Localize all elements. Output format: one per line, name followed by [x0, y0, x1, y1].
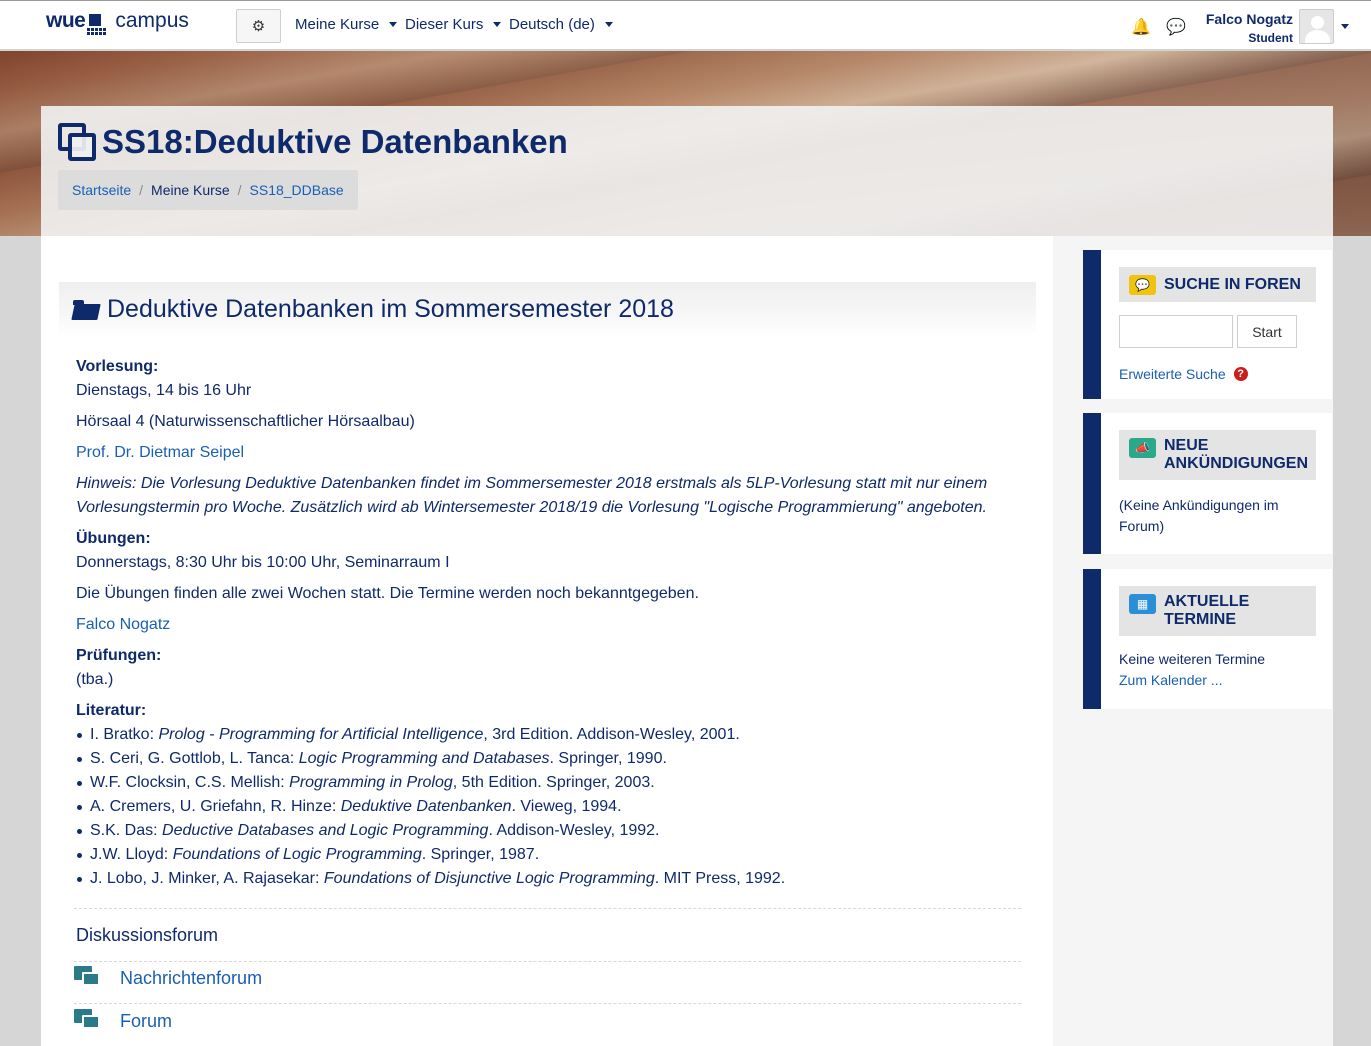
block-upcoming-events: ▦ AKTUELLE TERMINE Keine weiteren Termin…: [1083, 569, 1332, 709]
copy-icon: [58, 123, 96, 161]
list-item: W.F. Clocksin, C.S. Mellish: Programming…: [76, 771, 1036, 795]
block-header: 📣 NEUE ANKÜNDIGUNGEN: [1119, 430, 1316, 480]
block-title: AKTUELLE TERMINE: [1164, 593, 1250, 628]
tutor-link[interactable]: Falco Nogatz: [76, 613, 1036, 637]
menu-dieser-kurs-label: Dieser Kurs: [405, 16, 484, 33]
help-question-icon[interactable]: ?: [1233, 367, 1248, 381]
divider: [74, 908, 1021, 909]
literatur-label: Literatur:: [76, 702, 147, 719]
pruefungen-value: (tba.): [76, 671, 114, 688]
news-empty-text: (Keine Ankündigungen im Forum): [1119, 497, 1279, 534]
block-news: 📣 NEUE ANKÜNDIGUNGEN (Keine Ankündigunge…: [1083, 413, 1332, 554]
uebungen-time: Donnerstags, 8:30 Uhr bis 10:00 Uhr, Sem…: [76, 554, 450, 571]
list-item: J.W. Lloyd: Foundations of Logic Program…: [76, 843, 1036, 867]
menu-dieser-kurs[interactable]: Dieser Kurs: [405, 16, 502, 33]
gears-icon: ⚙: [251, 18, 266, 35]
forum-search-start-button[interactable]: Start: [1237, 315, 1297, 348]
menu-meine-kurse-label: Meine Kurse: [295, 16, 380, 33]
vorlesung-room: Hörsaal 4 (Naturwissenschaftlicher Hörsa…: [76, 413, 415, 430]
forum-section-title: Diskussionsforum: [76, 925, 219, 945]
pruefungen-label: Prüfungen:: [76, 647, 162, 664]
page-title-text: SS18:Deduktive Datenbanken: [102, 123, 568, 160]
megaphone-icon: 📣: [1129, 438, 1156, 458]
events-empty-text: Keine weiteren Termine: [1119, 651, 1266, 667]
user-role: Student: [1248, 31, 1293, 45]
breadcrumb-course[interactable]: SS18_DDBase: [250, 182, 344, 198]
logo-campus-text: campus: [115, 9, 189, 32]
forum-icon: [74, 1008, 102, 1034]
breadcrumb-separator: /: [139, 182, 144, 198]
wuecampus-logo[interactable]: wue campus: [46, 10, 189, 36]
calendar-link[interactable]: Zum Kalender ...: [1119, 670, 1316, 691]
top-navbar: wue campus ⚙ Meine Kurse Dieser Kurs Deu…: [0, 0, 1371, 50]
block-header: 💬 SUCHE IN FOREN: [1119, 267, 1316, 302]
forum-link-forum[interactable]: Forum: [74, 1008, 172, 1034]
menu-language[interactable]: Deutsch (de): [509, 16, 613, 33]
block-title: NEUE ANKÜNDIGUNGEN: [1164, 437, 1308, 472]
forum-link-label: Forum: [120, 1010, 173, 1031]
avatar[interactable]: [1299, 9, 1334, 44]
page-title: SS18:Deduktive Datenbanken: [58, 123, 568, 161]
menu-language-label: Deutsch (de): [509, 16, 595, 33]
chevron-down-icon: [604, 22, 613, 27]
divider: [74, 1003, 1021, 1004]
forum-link-label: Nachrichtenforum: [120, 967, 263, 988]
block-forum-search: 💬 SUCHE IN FOREN Start Erweiterte Suche …: [1083, 250, 1332, 399]
advanced-search-link[interactable]: Erweiterte Suche: [1119, 366, 1226, 382]
section-header: Deduktive Datenbanken im Sommersemester …: [59, 282, 1036, 337]
user-menu[interactable]: Falco Nogatz Student: [1190, 11, 1293, 45]
lecturer-link[interactable]: Prof. Dr. Dietmar Seipel: [76, 441, 1036, 465]
list-item: S.K. Das: Deductive Databases and Logic …: [76, 819, 1036, 843]
block-title: SUCHE IN FOREN: [1164, 276, 1301, 293]
chevron-down-icon[interactable]: [1341, 24, 1349, 29]
uebungen-note: Die Übungen finden alle zwei Wochen stat…: [76, 585, 699, 602]
forum-search-input[interactable]: [1119, 315, 1233, 348]
list-item: S. Ceri, G. Gottlob, L. Tanca: Logic Pro…: [76, 747, 1036, 771]
calendar-icon: ▦: [1129, 594, 1156, 614]
course-summary: Vorlesung: Dienstags, 14 bis 16 Uhr Hörs…: [76, 355, 1036, 891]
forum-search-form: Start: [1119, 315, 1316, 348]
literature-list: I. Bratko: Prolog - Programming for Arti…: [76, 723, 1036, 891]
breadcrumb-meine-kurse: Meine Kurse: [151, 182, 230, 198]
menu-meine-kurse[interactable]: Meine Kurse: [295, 16, 398, 33]
breadcrumb-startseite[interactable]: Startseite: [72, 182, 131, 198]
forum-icon: [74, 965, 102, 991]
forum-link-nachrichtenforum[interactable]: Nachrichtenforum: [74, 965, 262, 991]
chevron-down-icon: [493, 22, 502, 27]
notifications-bell-icon[interactable]: 🔔: [1131, 17, 1151, 37]
comments-icon: 💬: [1129, 275, 1156, 295]
vorlesung-time: Dienstags, 14 bis 16 Uhr: [76, 382, 252, 399]
logo-wue-text: wue: [46, 9, 86, 32]
breadcrumb: Startseite / Meine Kurse / SS18_DDBase: [58, 170, 358, 210]
hint-text: Hinweis: Die Vorlesung Deduktive Datenba…: [76, 475, 988, 516]
vorlesung-label: Vorlesung:: [76, 358, 159, 375]
list-item: J. Lobo, J. Minker, A. Rajasekar: Founda…: [76, 867, 1036, 891]
chevron-down-icon: [389, 22, 398, 27]
section-title: Deduktive Datenbanken im Sommersemester …: [107, 295, 674, 323]
list-item: A. Cremers, U. Griefahn, R. Hinze: Deduk…: [76, 795, 1036, 819]
admin-menu-button[interactable]: ⚙: [236, 9, 281, 43]
messages-chat-icon[interactable]: 💬: [1166, 17, 1186, 37]
divider: [74, 961, 1021, 962]
advanced-search-row: Erweiterte Suche ?: [1119, 366, 1332, 382]
user-name: Falco Nogatz: [1205, 11, 1293, 27]
block-header: ▦ AKTUELLE TERMINE: [1119, 586, 1316, 636]
folder-open-icon: [71, 299, 101, 320]
uebungen-label: Übungen:: [76, 530, 151, 547]
logo-mark-icon: [87, 10, 113, 36]
breadcrumb-separator: /: [237, 182, 242, 198]
list-item: I. Bratko: Prolog - Programming for Arti…: [76, 723, 1036, 747]
